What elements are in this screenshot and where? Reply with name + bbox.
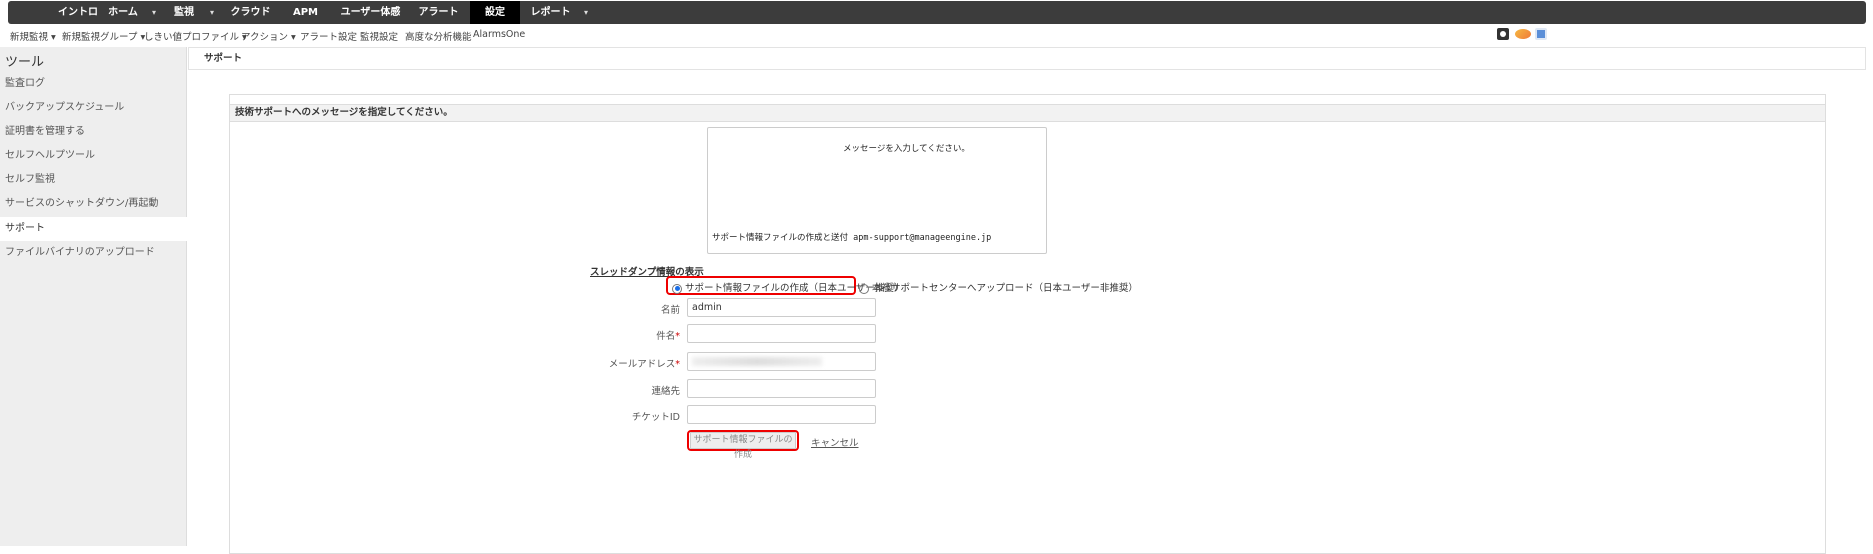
subnav-advanced-analytics[interactable]: 高度な分析機能	[405, 29, 472, 43]
subnav-threshold-profile[interactable]: しきい値プロファイル ▾	[144, 29, 247, 43]
ticket-id-input[interactable]	[687, 405, 876, 424]
nav-apm[interactable]: APM	[288, 1, 323, 24]
email-input[interactable]	[687, 352, 876, 371]
subject-label-text: 件名	[656, 331, 676, 342]
sidebar-item-binary-upload[interactable]: ファイルバイナリのアップロード	[0, 241, 187, 265]
subnav-alarmsone[interactable]: AlarmsOne	[473, 29, 525, 40]
subject-input[interactable]	[687, 324, 876, 343]
sidebar-item-audit-log[interactable]: 監査ログ	[0, 72, 187, 96]
name-label: 名前	[660, 305, 680, 316]
sidebar-item-shutdown-restart[interactable]: サービスのシャットダウン/再起動	[0, 192, 187, 216]
radio-unselected-icon[interactable]	[859, 283, 869, 294]
report-chart-icon[interactable]	[1515, 29, 1531, 39]
message-line-2: サポート情報ファイルの作成と送付 apm-support@manageengin…	[712, 233, 992, 243]
radio-upload-label: 本社サポートセンターへアップロード（日本ユーザー非推奨）	[872, 283, 1138, 294]
email-label: メールアドレス*	[560, 356, 680, 370]
subject-label: 件名*	[560, 328, 680, 342]
sidebar-item-self-help[interactable]: セルフヘルプツール	[0, 144, 187, 168]
chevron-down-icon[interactable]: ▾	[584, 1, 588, 24]
subnav-alarm-settings[interactable]: アラート設定	[300, 29, 357, 43]
create-support-file-button[interactable]: サポート情報ファイルの作成	[690, 432, 796, 460]
nav-intro[interactable]: イントロ	[58, 1, 98, 24]
subnav-actions[interactable]: アクション ▾	[241, 29, 296, 43]
radio-selected-icon[interactable]	[672, 283, 682, 294]
contact-input[interactable]	[687, 379, 876, 398]
name-input[interactable]: admin	[687, 298, 876, 317]
required-mark: *	[675, 331, 680, 342]
nav-settings[interactable]: 設定	[470, 1, 520, 24]
sub-navigation: 新規監視 ▾ 新規監視グループ ▾ しきい値プロファイル ▾ アクション ▾ ア…	[0, 24, 1873, 46]
blurred-email	[692, 357, 822, 366]
nav-cloud[interactable]: クラウド	[228, 1, 273, 24]
chevron-down-icon[interactable]: ▾	[152, 1, 156, 24]
nav-alarms[interactable]: アラート	[416, 1, 461, 24]
panel-title: 技術サポートへのメッセージを指定してください。	[230, 104, 1825, 122]
nav-home[interactable]: ホーム	[103, 1, 143, 24]
subnav-new-monitor[interactable]: 新規監視 ▾	[10, 29, 56, 43]
sidebar-item-self-monitor[interactable]: セルフ監視	[0, 168, 187, 192]
page-title: サポート	[188, 47, 1866, 70]
print-icon[interactable]	[1535, 28, 1547, 40]
cancel-link[interactable]: キャンセル	[811, 435, 859, 449]
settings-icon[interactable]	[1497, 28, 1509, 40]
chevron-down-icon[interactable]: ▾	[210, 1, 214, 24]
contact-label: 連絡先	[651, 386, 680, 397]
subnav-monitor-settings[interactable]: 監視設定	[360, 29, 398, 43]
message-textarea[interactable]: メッセージを入力してください。 サポート情報ファイルの作成と送付 apm-sup…	[707, 127, 1047, 254]
sidebar: ツール 監査ログ バックアップスケジュール 証明書を管理する セルフヘルプツール…	[0, 47, 187, 546]
sidebar-item-backup-schedule[interactable]: バックアップスケジュール	[0, 96, 187, 120]
required-mark: *	[675, 359, 680, 370]
top-navigation: イントロ ホーム ▾ 監視 ▾ クラウド APM ユーザー体感 アラート 設定 …	[8, 1, 1866, 24]
nav-reports[interactable]: レポート	[528, 1, 573, 24]
sidebar-item-certificates[interactable]: 証明書を管理する	[0, 120, 187, 144]
subnav-new-monitor-group[interactable]: 新規監視グループ ▾	[62, 29, 145, 43]
ticket-id-label: チケットID	[631, 412, 680, 423]
sidebar-title: ツール	[5, 55, 45, 70]
radio-upload[interactable]: 本社サポートセンターへアップロード（日本ユーザー非推奨）	[859, 280, 1138, 294]
nav-monitors[interactable]: 監視	[168, 1, 200, 24]
sidebar-item-support[interactable]: サポート	[0, 217, 187, 241]
nav-user-experience[interactable]: ユーザー体感	[338, 1, 403, 24]
message-line-1: メッセージを入力してください。	[843, 144, 970, 154]
email-label-text: メールアドレス	[608, 359, 676, 370]
